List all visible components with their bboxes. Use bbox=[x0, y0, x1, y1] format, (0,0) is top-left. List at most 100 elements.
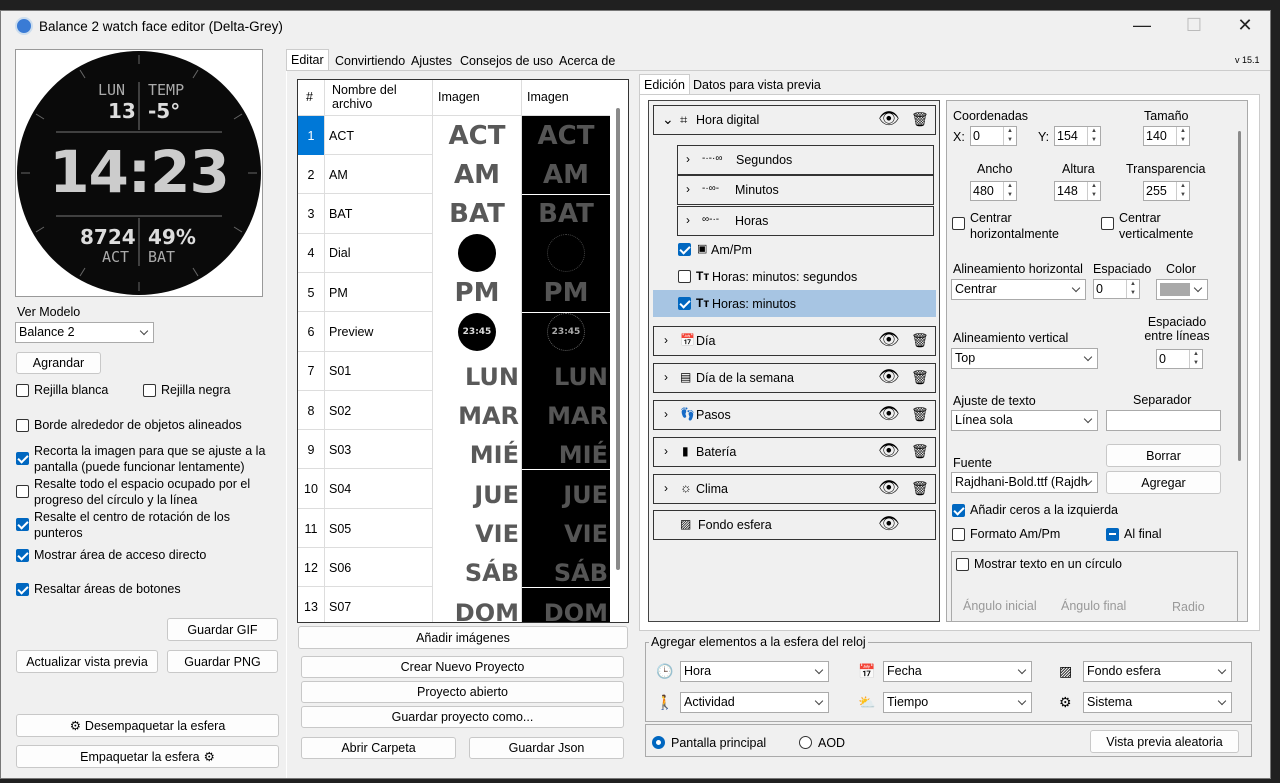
hora-select[interactable]: Hora bbox=[680, 661, 829, 682]
close-button[interactable]: ✕ bbox=[1230, 15, 1260, 36]
chevron-down-icon[interactable]: ⌄ bbox=[662, 111, 674, 128]
tree-item-dia-semana[interactable]: › ▤ Día de la semana 👁 🗑 bbox=[653, 363, 936, 393]
table-row[interactable]: 12 S06 SÁB SÁB bbox=[298, 548, 610, 588]
spacing-input[interactable]: 0 ▲ ▼ bbox=[1093, 279, 1140, 299]
tab-edicion[interactable]: Edición bbox=[639, 74, 690, 94]
delete-icon[interactable]: 🗑 bbox=[911, 480, 929, 497]
eye-icon[interactable]: 👁 bbox=[878, 514, 900, 534]
tree-item-minutos[interactable]: › -·∞- Minutos bbox=[677, 175, 934, 205]
black-grid-checkbox[interactable] bbox=[143, 384, 156, 397]
table-row[interactable]: 11 S05 VIE VIE bbox=[298, 509, 610, 548]
unpack-button[interactable]: ⚙ Desempaquetar la esfera bbox=[16, 714, 279, 737]
main-screen-radio[interactable] bbox=[652, 736, 665, 749]
spin-arrows-icon[interactable]: ▲ ▼ bbox=[1087, 182, 1100, 200]
text-fit-select[interactable]: Línea sola bbox=[951, 410, 1098, 431]
open-folder-button[interactable]: Abrir Carpeta bbox=[301, 737, 456, 759]
chevron-right-icon[interactable]: › bbox=[664, 444, 668, 458]
tree-item-pasos[interactable]: › 👣 Pasos 👁 🗑 bbox=[653, 400, 936, 430]
maximize-button[interactable]: ☐ bbox=[1179, 15, 1209, 36]
random-preview-button[interactable]: Vista previa aleatoria bbox=[1090, 730, 1239, 753]
ampm-checkbox[interactable] bbox=[678, 243, 691, 256]
spin-arrows-icon[interactable]: ▲ ▼ bbox=[1189, 350, 1202, 368]
separator-input[interactable] bbox=[1106, 410, 1221, 431]
show-shortcut-checkbox[interactable] bbox=[16, 549, 29, 562]
eye-icon[interactable]: 👁 bbox=[878, 441, 900, 461]
save-json-button[interactable]: Guardar Json bbox=[469, 737, 624, 759]
spin-arrows-icon[interactable]: ▲ ▼ bbox=[1003, 182, 1016, 200]
chevron-right-icon[interactable]: › bbox=[664, 407, 668, 421]
tree-item-dia[interactable]: › 📅 Día 👁 🗑 bbox=[653, 326, 936, 356]
tab-convirtiendo[interactable]: Convirtiendo bbox=[331, 51, 409, 71]
spin-arrows-icon[interactable]: ▲ ▼ bbox=[1176, 182, 1189, 200]
hms-checkbox[interactable] bbox=[678, 270, 691, 283]
spin-arrows-icon[interactable]: ▲ ▼ bbox=[1087, 127, 1100, 145]
tree-item-fondo[interactable]: ▨ Fondo esfera 👁 bbox=[653, 510, 936, 540]
pack-button[interactable]: Empaquetar la esfera ⚙ bbox=[16, 745, 279, 768]
eye-icon[interactable]: 👁 bbox=[878, 367, 900, 387]
delete-icon[interactable]: 🗑 bbox=[911, 332, 929, 349]
table-row[interactable]: 1 ACT ACT ACT bbox=[298, 116, 610, 155]
delete-button[interactable]: Borrar bbox=[1106, 444, 1221, 467]
eye-icon[interactable]: 👁 bbox=[878, 478, 900, 498]
align-v-select[interactable]: Top bbox=[951, 348, 1098, 369]
minimize-button[interactable]: — bbox=[1127, 15, 1157, 36]
chevron-right-icon[interactable]: › bbox=[686, 213, 690, 227]
table-row[interactable]: 2 AM AM AM bbox=[298, 155, 610, 195]
enlarge-button[interactable]: Agrandar bbox=[16, 352, 101, 374]
border-aligned-checkbox[interactable] bbox=[16, 419, 29, 432]
new-project-button[interactable]: Crear Nuevo Proyecto bbox=[301, 656, 624, 678]
tree-item-hora-digital[interactable]: ⌄ ⌗ Hora digital 👁 🗑 bbox=[653, 105, 936, 135]
height-input[interactable]: 148 ▲ ▼ bbox=[1054, 181, 1101, 201]
tree-item-segundos[interactable]: › -·-·∞ Segundos bbox=[677, 145, 934, 175]
eye-icon[interactable]: 👁 bbox=[878, 109, 900, 129]
save-png-button[interactable]: Guardar PNG bbox=[167, 650, 278, 673]
at-end-checkbox[interactable] bbox=[1106, 528, 1119, 541]
fondo-select[interactable]: Fondo esfera bbox=[1083, 661, 1232, 682]
table-row[interactable]: 5 PM PM PM bbox=[298, 273, 610, 313]
chevron-right-icon[interactable]: › bbox=[686, 152, 690, 166]
delete-icon[interactable]: 🗑 bbox=[911, 443, 929, 460]
tree-item-horas[interactable]: › ∞-·- Horas bbox=[677, 206, 934, 236]
tab-preview-data[interactable]: Datos para vista previa bbox=[689, 75, 825, 95]
open-project-button[interactable]: Proyecto abierto bbox=[301, 681, 624, 703]
highlight-buttons-checkbox[interactable] bbox=[16, 583, 29, 596]
tab-ajustes[interactable]: Ajustes bbox=[407, 51, 456, 71]
props-scrollbar[interactable] bbox=[1238, 131, 1241, 461]
center-v-checkbox[interactable] bbox=[1101, 217, 1114, 230]
sistema-select[interactable]: Sistema bbox=[1083, 692, 1232, 713]
add-images-button[interactable]: Añadir imágenes bbox=[298, 626, 628, 649]
chevron-right-icon[interactable]: › bbox=[664, 481, 668, 495]
table-row[interactable]: 10 S04 JUE JUE bbox=[298, 469, 610, 509]
table-row[interactable]: 8 S02 MAR MAR bbox=[298, 391, 610, 431]
chevron-right-icon[interactable]: › bbox=[664, 333, 668, 347]
delete-icon[interactable]: 🗑 bbox=[911, 111, 929, 128]
chevron-right-icon[interactable]: › bbox=[686, 182, 690, 196]
width-input[interactable]: 480 ▲ ▼ bbox=[970, 181, 1017, 201]
save-as-button[interactable]: Guardar proyecto como... bbox=[301, 706, 624, 728]
x-input[interactable]: 0 ▲ ▼ bbox=[970, 126, 1017, 146]
highlight-center-checkbox[interactable] bbox=[16, 518, 29, 531]
tree-item-clima[interactable]: › ☼ Clima 👁 🗑 bbox=[653, 474, 936, 504]
tree-item-bateria[interactable]: › ▮ Batería 👁 🗑 bbox=[653, 437, 936, 467]
eye-icon[interactable]: 👁 bbox=[878, 330, 900, 350]
table-row[interactable]: 7 S01 LUN LUN bbox=[298, 351, 610, 391]
update-preview-button[interactable]: Actualizar vista previa bbox=[16, 650, 158, 673]
circle-text-checkbox[interactable] bbox=[956, 558, 969, 571]
aod-radio[interactable] bbox=[799, 736, 812, 749]
spin-arrows-icon[interactable]: ▲ ▼ bbox=[1176, 127, 1189, 145]
table-row[interactable]: 6 Preview 23:45 23:45 bbox=[298, 312, 610, 352]
tab-editar[interactable]: Editar bbox=[286, 49, 329, 71]
delete-icon[interactable]: 🗑 bbox=[911, 406, 929, 423]
tab-consejos[interactable]: Consejos de uso bbox=[456, 51, 557, 71]
actividad-select[interactable]: Actividad bbox=[680, 692, 829, 713]
ampm-format-checkbox[interactable] bbox=[952, 528, 965, 541]
size-input[interactable]: 140 ▲ ▼ bbox=[1143, 126, 1190, 146]
y-input[interactable]: 154 ▲ ▼ bbox=[1054, 126, 1101, 146]
line-spacing-input[interactable]: 0 ▲ ▼ bbox=[1156, 349, 1203, 369]
transparency-input[interactable]: 255 ▲ ▼ bbox=[1143, 181, 1190, 201]
chevron-right-icon[interactable]: › bbox=[664, 370, 668, 384]
grid-scrollbar[interactable] bbox=[616, 108, 620, 570]
save-gif-button[interactable]: Guardar GIF bbox=[167, 618, 278, 641]
spin-arrows-icon[interactable]: ▲ ▼ bbox=[1126, 280, 1139, 298]
highlight-space-checkbox[interactable] bbox=[16, 485, 29, 498]
